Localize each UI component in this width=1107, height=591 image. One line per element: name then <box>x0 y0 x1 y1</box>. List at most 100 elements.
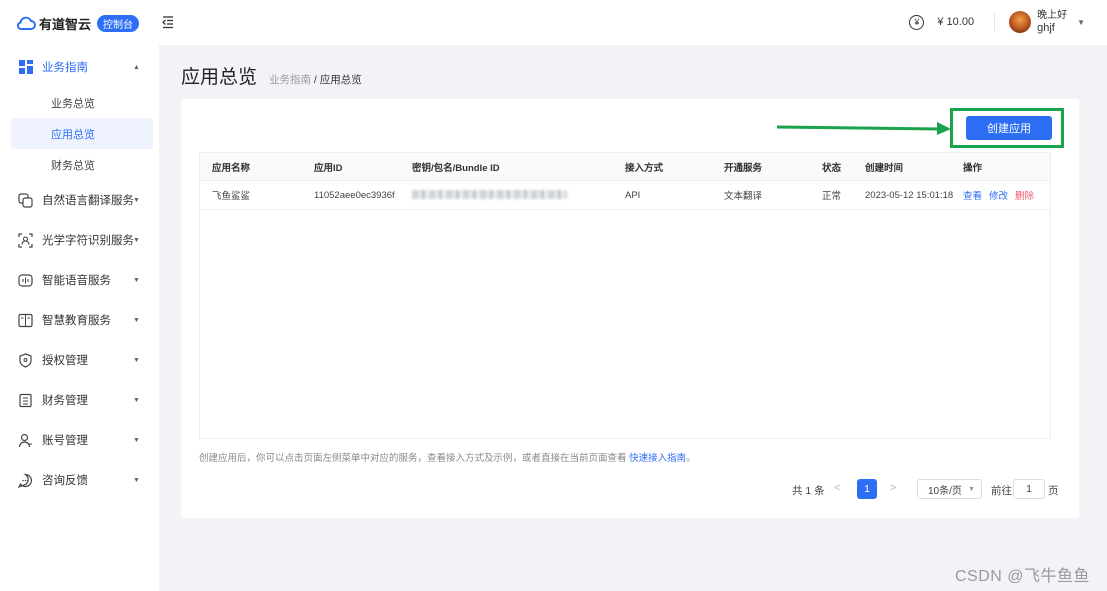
scan-icon <box>18 232 33 248</box>
sidebar-group-finance[interactable]: 财务管理 ▼ <box>0 380 159 420</box>
chevron-down-icon: ▼ <box>133 436 140 444</box>
cloud-logo-icon <box>16 16 36 30</box>
sidebar-group-authorization[interactable]: 授权管理 ▼ <box>0 340 159 380</box>
table-header: 应用名称 应用ID 密钥/包名/Bundle ID 接入方式 开通服务 状态 创… <box>200 153 1050 181</box>
page-size-select[interactable]: 10条/页 ▼ <box>917 479 982 499</box>
access-method-cell: API <box>625 189 641 201</box>
finance-icon <box>18 393 33 408</box>
create-app-button[interactable]: 创建应用 <box>966 116 1052 140</box>
table-row: 飞鱼鲨鲨 11052aee0ec3936f API 文本翻译 正常 2023-0… <box>200 181 1050 210</box>
avatar[interactable] <box>1009 11 1032 33</box>
sidebar-group-label: 光学字符识别服务 <box>42 235 134 247</box>
chevron-down-icon: ▼ <box>133 316 140 324</box>
sidebar-group-label: 咨询反馈 <box>42 475 88 487</box>
translate-icon <box>18 192 33 208</box>
chevron-down-icon: ▼ <box>968 485 975 493</box>
sidebar-group-translation[interactable]: 自然语言翻译服务 ▼ <box>0 180 159 220</box>
column-header: 应用名称 <box>212 162 251 174</box>
edit-link[interactable]: 修改 <box>989 191 1008 202</box>
account-balance[interactable]: ¥ 10.00 <box>937 16 974 28</box>
greeting-text: 晚上好 <box>1037 10 1068 21</box>
grid-icon <box>18 60 33 75</box>
page-unit-label: 页 <box>1048 485 1059 497</box>
chevron-down-icon: ▼ <box>133 356 140 364</box>
username: ghjf <box>1037 22 1055 34</box>
chevron-down-icon: ▼ <box>133 396 140 404</box>
coin-icon[interactable]: ¥ <box>909 14 925 30</box>
column-header: 状态 <box>822 162 842 174</box>
console-badge: 控制台 <box>97 15 140 32</box>
pagination-total: 共 1 条 <box>792 485 825 497</box>
sidebar-group-education[interactable]: 智慧教育服务 ▼ <box>0 300 159 340</box>
status-cell: 正常 <box>822 191 842 202</box>
brand-name: 有道智云 <box>39 17 92 32</box>
sidebar-group-label: 自然语言翻译服务 <box>42 195 134 207</box>
sidebar-group-feedback[interactable]: 咨询反馈 ▼ <box>0 460 159 500</box>
actions-cell: 查看 修改 删除 <box>963 188 1034 202</box>
app-table: 应用名称 应用ID 密钥/包名/Bundle ID 接入方式 开通服务 状态 创… <box>199 152 1051 439</box>
chevron-down-icon: ▼ <box>133 236 140 244</box>
app-key-cell <box>412 190 567 201</box>
watermark: CSDN @飞牛鱼鱼 <box>955 568 1091 585</box>
goto-label: 前往 <box>991 485 1012 497</box>
sidebar-group-label: 账号管理 <box>42 435 88 447</box>
sidebar-group-label: 财务管理 <box>42 395 88 407</box>
breadcrumb: 业务指南 / 应用总览 <box>269 72 362 87</box>
help-hint: 创建应用后，你可以点击页面左侧菜单中对应的服务，查看接入方式及示例，或者直接在当… <box>199 450 696 464</box>
sidebar: 业务指南 ▲ 业务总览 应用总览 财务总览 自然语言翻译服务 ▼ 光学字符识别服… <box>0 45 159 591</box>
chat-icon <box>18 473 33 488</box>
page-header: 应用总览 业务指南 / 应用总览 <box>181 62 362 89</box>
top-right-area: ¥ ¥ 10.00 晚上好 ghjf ▼ <box>909 10 1085 34</box>
column-header: 应用ID <box>314 162 343 174</box>
breadcrumb-separator: / <box>311 74 320 86</box>
sidebar-group-label: 业务指南 <box>42 62 88 74</box>
chevron-down-icon: ▼ <box>133 196 140 204</box>
divider <box>994 13 996 31</box>
brand-logo[interactable]: 有道智云 控制台 <box>16 14 140 33</box>
column-header: 开通服务 <box>724 162 763 174</box>
column-header: 操作 <box>963 162 983 174</box>
shield-icon <box>18 352 33 368</box>
redacted-key <box>412 190 567 200</box>
sidebar-group-voice[interactable]: 智能语音服务 ▼ <box>0 260 159 300</box>
hint-text: 创建应用后，你可以点击页面左侧菜单中对应的服务，查看接入方式及示例，或者直接在当… <box>199 453 630 464</box>
sidebar-group-label: 授权管理 <box>42 355 88 367</box>
sidebar-group-ocr[interactable]: 光学字符识别服务 ▼ <box>0 220 159 260</box>
chevron-down-icon: ▼ <box>133 476 140 484</box>
view-link[interactable]: 查看 <box>963 191 982 202</box>
column-header: 创建时间 <box>865 162 904 174</box>
app-name-cell: 飞鱼鲨鲨 <box>212 191 251 202</box>
quick-start-link[interactable]: 快速接入指南 <box>629 453 686 464</box>
sidebar-item-app-overview[interactable]: 应用总览 <box>11 118 153 149</box>
page-title: 应用总览 <box>181 67 258 88</box>
app-id-cell: 11052aee0ec3936f <box>314 189 395 201</box>
user-info[interactable]: 晚上好 ghjf <box>1037 10 1067 34</box>
service-cell: 文本翻译 <box>724 191 763 202</box>
sidebar-item-business-overview[interactable]: 业务总览 <box>11 87 153 118</box>
page-number-current[interactable]: 1 <box>857 479 877 499</box>
sidebar-group-account[interactable]: 账号管理 ▼ <box>0 420 159 460</box>
delete-link[interactable]: 删除 <box>1015 191 1034 202</box>
breadcrumb-current: 应用总览 <box>319 74 362 86</box>
sidebar-group-business-guide[interactable]: 业务指南 ▲ <box>0 47 159 87</box>
sidebar-item-finance-overview[interactable]: 财务总览 <box>11 149 153 180</box>
goto-page-input[interactable] <box>1013 479 1045 499</box>
chevron-left-icon[interactable]: < <box>834 482 840 494</box>
column-header: 接入方式 <box>625 162 664 174</box>
education-icon <box>18 313 33 328</box>
user-icon <box>18 433 33 448</box>
voice-icon <box>18 273 33 288</box>
chevron-right-icon[interactable]: > <box>890 482 896 494</box>
menu-collapse-icon[interactable] <box>161 15 175 29</box>
sidebar-group-label: 智能语音服务 <box>42 275 111 287</box>
chevron-up-icon: ▲ <box>133 63 140 71</box>
hint-end: 。 <box>686 453 696 464</box>
breadcrumb-parent[interactable]: 业务指南 <box>269 74 311 86</box>
top-bar: 有道智云 控制台 ¥ ¥ 10.00 晚上好 ghjf ▼ <box>0 0 1107 45</box>
chevron-down-icon: ▼ <box>133 276 140 284</box>
sidebar-group-label: 智慧教育服务 <box>42 315 111 327</box>
chevron-down-icon[interactable]: ▼ <box>1077 18 1085 27</box>
column-header: 密钥/包名/Bundle ID <box>412 162 500 174</box>
created-time-cell: 2023-05-12 15:01:18 <box>865 189 954 201</box>
annotation-arrow-icon <box>776 122 951 135</box>
